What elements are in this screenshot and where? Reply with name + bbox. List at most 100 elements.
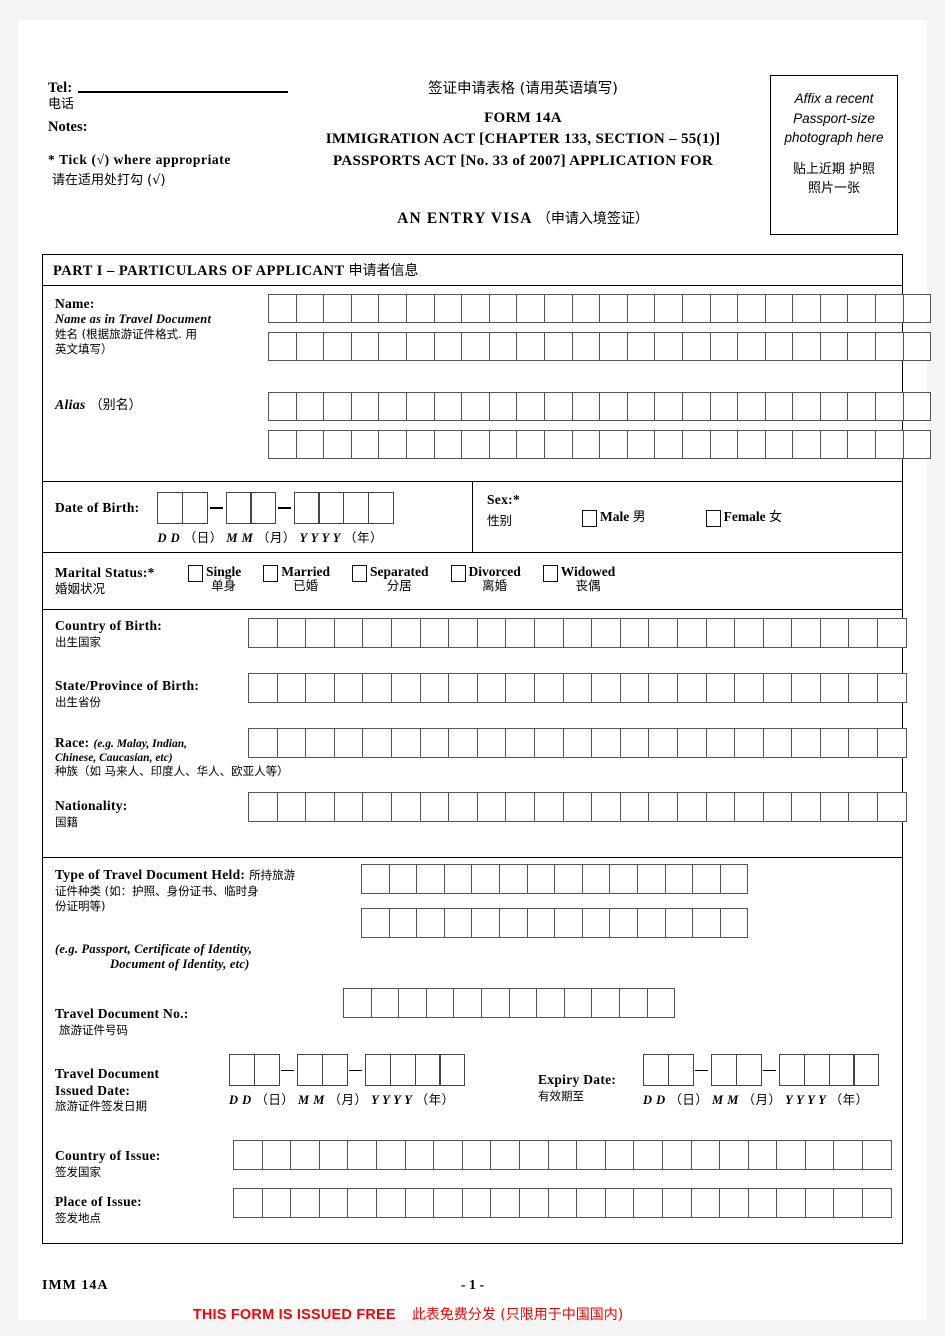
checkbox-female[interactable] xyxy=(705,510,721,528)
char-box[interactable] xyxy=(476,618,507,649)
char-box[interactable] xyxy=(433,294,463,323)
travel-doc-type-boxrow-2[interactable] xyxy=(361,908,749,939)
char-box[interactable] xyxy=(461,392,490,421)
char-box[interactable] xyxy=(676,728,707,759)
char-box[interactable] xyxy=(448,673,478,704)
char-box[interactable] xyxy=(433,1188,463,1219)
char-box[interactable] xyxy=(847,294,877,323)
char-box[interactable] xyxy=(676,792,707,823)
char-box[interactable] xyxy=(692,908,721,939)
marital-option-separated[interactable]: Separated 分居 xyxy=(352,564,429,594)
char-box[interactable] xyxy=(819,294,849,323)
char-box[interactable] xyxy=(333,673,364,704)
marital-option-single[interactable]: Single 单身 xyxy=(188,564,241,594)
char-box[interactable] xyxy=(461,1140,492,1171)
char-box[interactable] xyxy=(847,392,877,421)
char-box[interactable] xyxy=(419,728,450,759)
char-box[interactable] xyxy=(378,392,407,421)
char-box[interactable] xyxy=(737,294,766,323)
char-box[interactable] xyxy=(276,618,307,649)
char-box[interactable] xyxy=(443,864,473,895)
checkbox-widowed[interactable] xyxy=(542,565,558,582)
char-box[interactable] xyxy=(719,1188,749,1219)
char-box[interactable] xyxy=(543,294,573,323)
char-box[interactable] xyxy=(599,294,628,323)
char-box[interactable] xyxy=(350,430,380,459)
alias-boxrow-1[interactable] xyxy=(268,392,932,421)
char-box[interactable] xyxy=(526,864,556,895)
char-box[interactable] xyxy=(343,988,372,1019)
char-box[interactable] xyxy=(498,864,528,895)
char-box[interactable] xyxy=(268,430,297,459)
char-box[interactable] xyxy=(576,1188,606,1219)
country-of-birth-boxrow[interactable] xyxy=(248,618,907,649)
char-box[interactable] xyxy=(791,618,821,649)
char-box[interactable] xyxy=(734,728,764,759)
char-box[interactable] xyxy=(276,673,307,704)
char-box[interactable] xyxy=(562,728,593,759)
char-box[interactable] xyxy=(305,618,335,649)
char-box[interactable] xyxy=(461,294,490,323)
char-box[interactable] xyxy=(591,988,620,1019)
char-box[interactable] xyxy=(295,392,325,421)
char-box[interactable] xyxy=(290,1188,320,1219)
char-box[interactable] xyxy=(591,792,621,823)
char-box[interactable] xyxy=(654,392,683,421)
char-box[interactable] xyxy=(448,618,478,649)
char-box[interactable] xyxy=(505,792,535,823)
char-box[interactable] xyxy=(488,332,518,361)
date-segment-year[interactable] xyxy=(779,1054,880,1087)
char-box[interactable] xyxy=(792,430,821,459)
char-box[interactable] xyxy=(877,728,907,759)
char-box[interactable] xyxy=(433,392,463,421)
char-box[interactable] xyxy=(792,294,821,323)
char-box[interactable] xyxy=(719,1140,749,1171)
char-box[interactable] xyxy=(480,988,510,1019)
char-box[interactable] xyxy=(737,392,766,421)
marital-option-divorced[interactable]: Divorced 离婚 xyxy=(450,564,521,594)
char-box[interactable] xyxy=(676,673,707,704)
char-box[interactable] xyxy=(562,673,593,704)
date-char-box[interactable] xyxy=(414,1054,441,1087)
name-boxrow-1[interactable] xyxy=(268,294,932,323)
char-box[interactable] xyxy=(609,864,638,895)
char-box[interactable] xyxy=(476,792,507,823)
char-box[interactable] xyxy=(848,673,879,704)
char-box[interactable] xyxy=(508,988,538,1019)
char-box[interactable] xyxy=(378,430,407,459)
date-char-box[interactable] xyxy=(367,492,394,524)
char-box[interactable] xyxy=(405,294,435,323)
char-box[interactable] xyxy=(433,1140,463,1171)
char-box[interactable] xyxy=(488,392,518,421)
dob-boxes[interactable]: D D （日） M M （月） Y Y Y Y （年） xyxy=(157,492,394,546)
char-box[interactable] xyxy=(591,728,621,759)
char-box[interactable] xyxy=(416,864,445,895)
date-char-box[interactable] xyxy=(318,492,345,524)
char-box[interactable] xyxy=(819,728,850,759)
char-box[interactable] xyxy=(648,673,678,704)
char-box[interactable] xyxy=(804,1140,835,1171)
char-box[interactable] xyxy=(848,618,879,649)
char-box[interactable] xyxy=(323,332,352,361)
char-box[interactable] xyxy=(333,728,364,759)
char-box[interactable] xyxy=(295,332,325,361)
char-box[interactable] xyxy=(734,618,764,649)
state-of-birth-boxrow[interactable] xyxy=(248,673,907,704)
char-box[interactable] xyxy=(390,673,421,704)
char-box[interactable] xyxy=(681,294,711,323)
char-box[interactable] xyxy=(505,618,535,649)
date-char-box[interactable] xyxy=(157,492,184,524)
char-box[interactable] xyxy=(599,430,628,459)
char-box[interactable] xyxy=(599,332,628,361)
checkbox-married[interactable] xyxy=(263,565,279,582)
char-box[interactable] xyxy=(633,1188,663,1219)
char-box[interactable] xyxy=(290,1140,320,1171)
char-box[interactable] xyxy=(762,792,793,823)
char-box[interactable] xyxy=(619,618,650,649)
char-box[interactable] xyxy=(425,988,455,1019)
char-box[interactable] xyxy=(370,988,400,1019)
char-box[interactable] xyxy=(375,1188,406,1219)
expiry-date-boxes[interactable]: D D （日） M M （月） Y Y Y Y （年） xyxy=(643,1054,880,1108)
char-box[interactable] xyxy=(533,673,564,704)
date-segment-day[interactable] xyxy=(643,1054,694,1087)
